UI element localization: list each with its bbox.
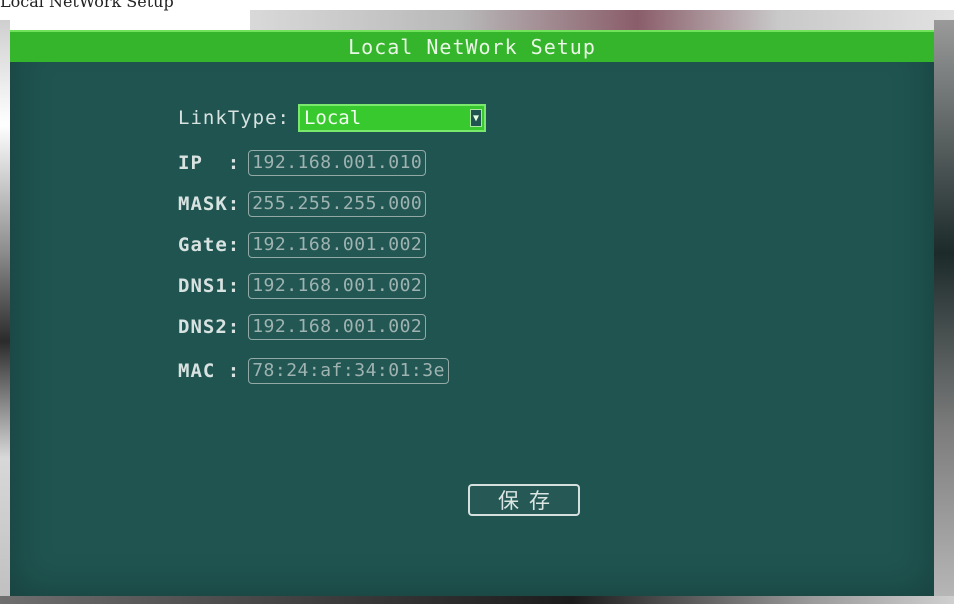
gate-field[interactable]: 192.168.001.002 [248, 232, 427, 258]
mask-row: MASK: 255.255.255.000 [178, 189, 427, 219]
linktype-label: LinkType: [178, 107, 290, 129]
linktype-value: Local [303, 107, 362, 129]
ip-row: IP : 192.168.001.010 [178, 148, 427, 178]
ip-field[interactable]: 192.168.001.010 [248, 150, 427, 176]
mac-label: MAC : [178, 360, 241, 382]
dialog-title: Local NetWork Setup [10, 30, 934, 62]
linktype-select[interactable]: Local ▼ [297, 104, 486, 132]
dns1-row: DNS1: 192.168.001.002 [178, 271, 427, 301]
background-video-right-edge [934, 20, 954, 604]
gate-label: Gate: [178, 234, 241, 256]
dropdown-arrow-icon[interactable]: ▼ [469, 109, 482, 127]
mac-row: MAC : 78:24:af:34:01:3e [178, 356, 449, 386]
background-video-bottom-edge [0, 596, 954, 604]
dns1-label: DNS1: [178, 275, 241, 297]
save-button[interactable]: 保存 [468, 484, 580, 516]
page-caption: Local NetWork Setup [0, 0, 174, 11]
mac-field[interactable]: 78:24:af:34:01:3e [248, 358, 449, 384]
dns2-field[interactable]: 192.168.001.002 [248, 314, 427, 340]
dns2-row: DNS2: 192.168.001.002 [178, 312, 427, 342]
gate-row: Gate: 192.168.001.002 [178, 230, 427, 260]
dns1-field[interactable]: 192.168.001.002 [248, 273, 427, 299]
linktype-row: LinkType: Local ▼ [178, 103, 486, 133]
mask-field[interactable]: 255.255.255.000 [248, 191, 427, 217]
dns2-label: DNS2: [178, 316, 241, 338]
background-video-strip [250, 10, 954, 30]
ip-label: IP : [178, 152, 241, 174]
network-setup-dialog: Local NetWork Setup LinkType: Local ▼ IP… [10, 30, 934, 596]
background-video-left-edge [0, 20, 10, 604]
mask-label: MASK: [178, 193, 241, 215]
